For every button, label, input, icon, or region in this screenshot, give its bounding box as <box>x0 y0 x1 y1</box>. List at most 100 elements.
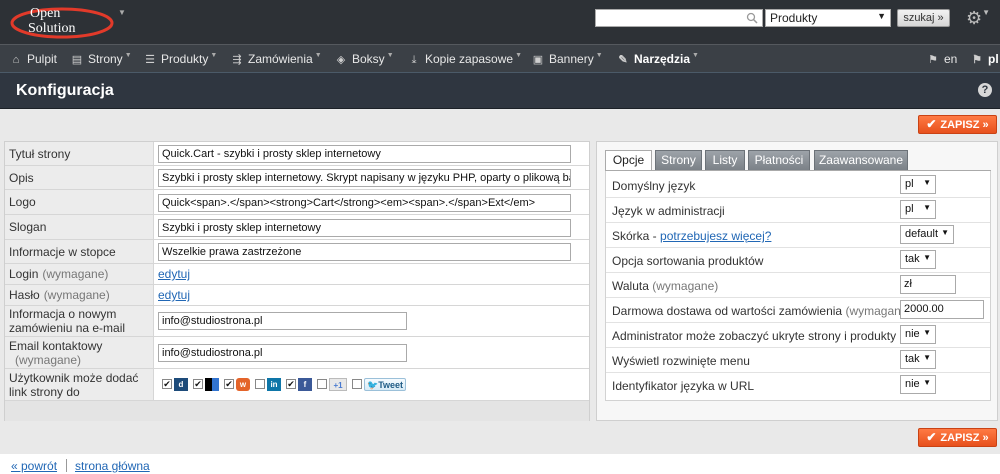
option-row: Identyfikator języka w URL nie ▼ <box>606 373 990 398</box>
tweet-label: Tweet <box>378 379 404 390</box>
tab-listy[interactable]: Listy <box>705 150 745 170</box>
option-label: Waluta (wymagane) <box>612 279 718 293</box>
cart-icon: ⇶ <box>232 54 242 66</box>
save-button-top[interactable]: ✔ ZAPISZ » <box>918 115 997 134</box>
more-skins-link[interactable]: potrzebujesz więcej? <box>660 229 771 243</box>
search-scope-value: Produkty <box>770 11 818 25</box>
page-title: Konfiguracja <box>16 82 114 99</box>
password-edit-link[interactable]: edytuj <box>158 288 190 302</box>
back-link[interactable]: « powrót <box>11 459 57 473</box>
select-value: nie <box>905 378 920 390</box>
default-language-select[interactable]: pl ▼ <box>900 175 936 194</box>
menu-item-strony[interactable]: ▤ Strony ▼ <box>70 45 132 73</box>
currency-field[interactable]: zł <box>900 275 956 294</box>
chevron-down-icon: ▼ <box>515 52 522 59</box>
save-button-bottom[interactable]: ✔ ZAPISZ » <box>918 428 997 447</box>
lang-in-url-select[interactable]: nie ▼ <box>900 375 936 394</box>
menu-item-pulpit[interactable]: ⌂ Pulpit <box>9 45 57 73</box>
menu-item-label: Zamówienia <box>248 52 313 66</box>
footer-divider <box>66 459 67 472</box>
help-icon[interactable]: ? <box>978 83 992 97</box>
option-label: Opcja sortowania produktów <box>612 254 764 268</box>
skin-select[interactable]: default ▼ <box>900 225 954 244</box>
admin-language-select[interactable]: pl ▼ <box>900 200 936 219</box>
menu-item-label: Kopie zapasowe <box>425 52 514 66</box>
pages-icon: ▤ <box>71 54 83 66</box>
field-label: Logo <box>5 190 154 214</box>
option-row: Administrator może zobaczyć ukryte stron… <box>606 323 990 348</box>
select-value: pl <box>905 203 914 215</box>
chevron-down-icon: ▼ <box>923 353 931 362</box>
tab-platnosci[interactable]: Płatności <box>748 150 810 170</box>
description-field[interactable]: Szybki i prosty sklep internetowy. Skryp… <box>158 169 571 187</box>
flag-icon: ⚑ <box>928 54 938 66</box>
menu-item-label: Produkty <box>161 52 209 66</box>
top-bar: Open Solution ▼ Produkty ▼ szukaj » ⚙▼ <box>0 0 1000 44</box>
expanded-menu-select[interactable]: tak ▼ <box>900 350 936 369</box>
tab-opcje[interactable]: Opcje <box>605 150 652 171</box>
logo-line2: Solution <box>28 21 75 36</box>
share-checkbox-delicious[interactable]: ✔ <box>193 379 203 389</box>
field-label: Login (wymagane) <box>5 264 154 284</box>
menu-item-produkty[interactable]: ☰ Produkty ▼ <box>143 45 217 73</box>
digg-icon: d <box>174 377 188 391</box>
footer: « powrót strona główna <box>0 454 1000 474</box>
menu-item-narzedzia[interactable]: ✎ Narzędzia ▼ <box>616 45 699 73</box>
tab-zaawansowane[interactable]: Zaawansowane <box>814 150 908 170</box>
menu-item-label: Bannery <box>549 52 594 66</box>
order-email-field[interactable]: info@studiostrona.pl <box>158 312 407 330</box>
tab-strony[interactable]: Strony <box>655 150 702 170</box>
menu-item-boksy[interactable]: ◈ Boksy ▼ <box>334 45 394 73</box>
option-row: Opcja sortowania produktów tak ▼ <box>606 248 990 273</box>
login-label: Login <box>9 267 39 281</box>
admin-hidden-select[interactable]: nie ▼ <box>900 325 936 344</box>
option-label: Domyślny język <box>612 179 696 193</box>
options-list: Domyślny język pl ▼ Język w administracji… <box>605 171 991 401</box>
list-icon: ☰ <box>145 54 155 66</box>
login-edit-link[interactable]: edytuj <box>158 267 190 281</box>
share-checkbox-facebook[interactable]: ✔ <box>286 379 296 389</box>
share-checkbox-google-plus[interactable] <box>317 379 327 389</box>
required-note: (wymagane) <box>43 288 110 302</box>
option-row: Waluta (wymagane) zł <box>606 273 990 298</box>
menu-item-zamowienia[interactable]: ⇶ Zamówienia ▼ <box>230 45 321 73</box>
contact-email-field[interactable]: info@studiostrona.pl <box>158 344 407 362</box>
option-label: Skórka - potrzebujesz więcej? <box>612 229 771 243</box>
option-row: Domyślny język pl ▼ <box>606 173 990 198</box>
required-note: (wymagane) <box>42 267 109 281</box>
chevron-down-icon: ▼ <box>386 52 394 59</box>
footer-info-field[interactable]: Wszelkie prawa zastrzeżone <box>158 243 571 261</box>
chevron-down-icon: ▼ <box>923 328 931 337</box>
slogan-field[interactable]: Szybki i prosty sklep internetowy <box>158 219 571 237</box>
share-checkbox-digg[interactable]: ✔ <box>162 379 172 389</box>
chevron-down-icon: ▼ <box>923 203 931 212</box>
menu-item-kopie-zapasowe[interactable]: ⤓ Kopie zapasowe ▼ <box>407 45 522 73</box>
sort-select[interactable]: tak ▼ <box>900 250 936 269</box>
logo[interactable]: Open Solution <box>10 3 118 40</box>
wrench-icon: ✎ <box>618 54 628 66</box>
table-row: Email kontaktowy (wymagane) info@studiost… <box>5 337 589 369</box>
search-scope-select[interactable]: Produkty ▼ <box>765 9 891 27</box>
free-shipping-field[interactable]: 2000.00 <box>900 300 984 319</box>
search-button[interactable]: szukaj » <box>897 9 950 27</box>
menu-item-bannery[interactable]: ▣ Bannery ▼ <box>531 45 603 73</box>
lang-en[interactable]: ⚑ en <box>926 45 957 73</box>
gear-icon[interactable]: ⚙▼ <box>966 8 992 30</box>
contact-email-label: Email kontaktowy <box>9 338 103 353</box>
chevron-down-icon: ▼ <box>923 253 931 262</box>
wykop-icon: w <box>236 377 250 391</box>
search-input[interactable] <box>595 9 763 27</box>
field-label: Opis <box>5 166 154 189</box>
select-value: tak <box>905 253 920 265</box>
field-label: Hasło (wymagane) <box>5 285 154 305</box>
home-link[interactable]: strona główna <box>75 459 150 473</box>
share-checkbox-twitter[interactable] <box>352 379 362 389</box>
logo-field[interactable]: Quick<span>.</span><strong>Cart</strong>… <box>158 194 571 212</box>
title-field[interactable]: Quick.Cart - szybki i prosty sklep inter… <box>158 145 571 163</box>
select-value: pl <box>905 178 914 190</box>
currency-label: Waluta <box>612 279 649 293</box>
share-checkbox-linkedin[interactable] <box>255 379 265 389</box>
share-checkbox-wykop[interactable]: ✔ <box>224 379 234 389</box>
lang-pl[interactable]: ⚑ pl <box>970 45 999 73</box>
logo-chevron-down-icon[interactable]: ▼ <box>118 8 126 17</box>
